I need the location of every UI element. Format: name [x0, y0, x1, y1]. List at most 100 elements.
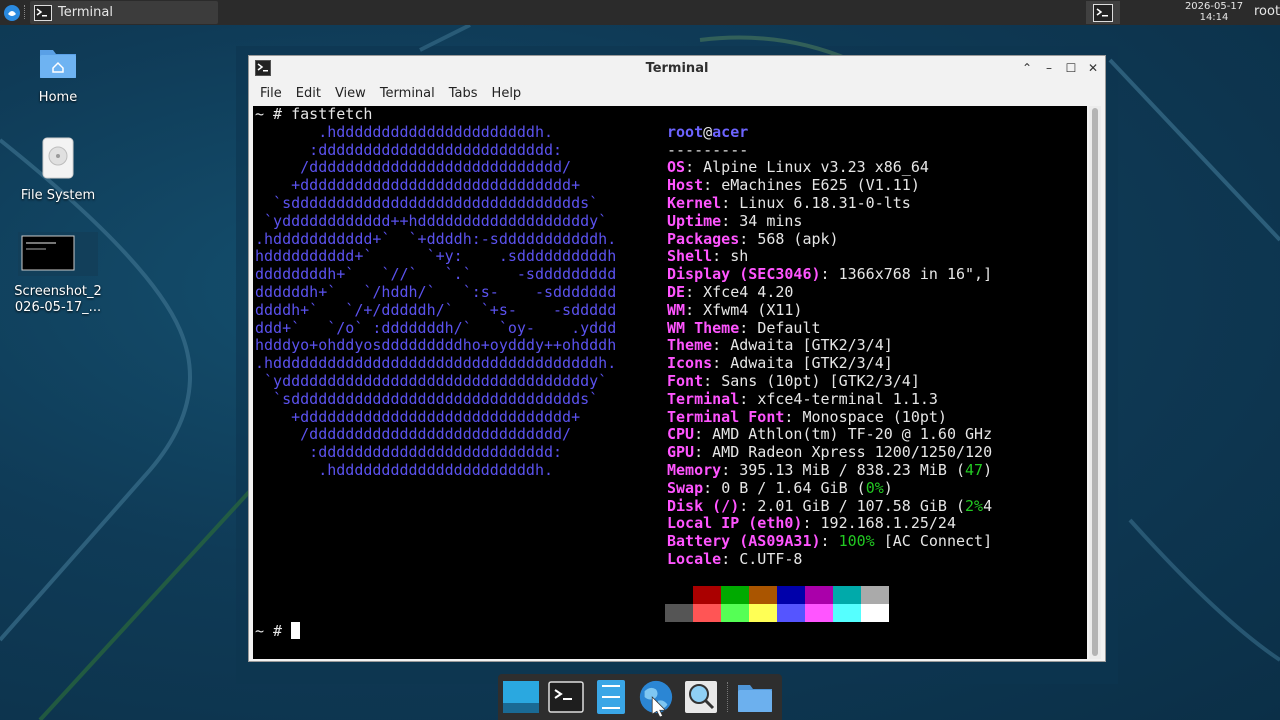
info-line: Display (SEC3046): 1366x768 in 16",] — [667, 265, 993, 284]
info-percent: 0% — [865, 478, 884, 497]
logo-line: `sdddddddddddddddddddddddddddddddds` — [255, 194, 599, 212]
dock-terminal[interactable] — [547, 678, 585, 716]
info-line: Theme: Adwaita [GTK2/3/4] — [667, 336, 893, 355]
info-key: Font — [667, 372, 704, 390]
palette-swatch — [805, 604, 833, 622]
info-value: 395.13 MiB / 838.23 MiB ( — [739, 461, 966, 479]
xfce-menu-icon[interactable] — [2, 3, 22, 23]
menu-tabs[interactable]: Tabs — [442, 86, 485, 101]
maximize-button[interactable]: ☐ — [1063, 60, 1079, 76]
palette-swatch — [721, 604, 749, 622]
color-palette — [665, 586, 889, 622]
app-finder-icon — [685, 681, 717, 713]
dock-web-browser[interactable] — [637, 678, 675, 717]
logo-line: :dddddddddddddddddddddddddd: — [255, 140, 563, 159]
dock-folder[interactable] — [736, 678, 774, 716]
user-host: root@acer — [667, 122, 749, 142]
dock-show-desktop[interactable] — [502, 678, 540, 716]
terminal-window: Terminal ⌃ – ☐ ✕ File Edit View Terminal… — [248, 55, 1106, 662]
info-battery: Battery (AS09A31): 100% [AC Connect] — [667, 532, 993, 551]
info-percent: 47 — [965, 461, 984, 479]
info-key: Uptime — [667, 211, 722, 230]
info-value: Monospace (10pt) — [802, 407, 947, 426]
menu-file[interactable]: File — [253, 86, 289, 101]
info-value: sh — [730, 247, 749, 266]
info-key: Host — [667, 176, 704, 195]
window-titlebar[interactable]: Terminal ⌃ – ☐ ✕ — [249, 56, 1105, 80]
user-text: root — [667, 122, 704, 141]
desktop-icon-label: Home — [38, 90, 78, 105]
info-line: Shell: sh — [667, 247, 749, 266]
close-button[interactable]: ✕ — [1085, 60, 1101, 76]
terminal-output[interactable]: ~ # fastfetch .hddddddddddddddddddddddh.… — [253, 106, 1087, 659]
desktop-icon-label: Screenshot_2 026-05-17_... — [14, 284, 102, 315]
palette-swatch — [749, 604, 777, 622]
info-key: Local IP (eth0) — [667, 514, 803, 533]
info-value: 1366x768 in 16",] — [838, 265, 993, 284]
command-line: ~ # fastfetch — [255, 106, 372, 124]
input-line[interactable]: ~ # — [255, 622, 301, 641]
info-key: GPU — [667, 443, 695, 462]
user-name[interactable]: root — [1254, 4, 1280, 19]
desktop-icon-filesystem[interactable]: File System — [10, 136, 106, 204]
info-value: eMachines E625 (V1.11) — [721, 176, 920, 195]
info-value: xfce4-terminal 1.1.3 — [757, 389, 938, 408]
info-swap: Swap: 0 B / 1.64 GiB (0%) — [667, 478, 893, 497]
info-line: CPU: AMD Athlon(tm) TF-20 @ 1.60 GHz — [667, 425, 993, 444]
window-title: Terminal — [645, 60, 709, 76]
command-text: fastfetch — [291, 106, 373, 123]
info-key: WM Theme — [667, 318, 740, 337]
palette-swatch — [749, 586, 777, 604]
info-value: 568 (apk) — [757, 229, 839, 248]
logo-line: ddddddh+` `/hddh/` `:s- -sddddddd — [255, 283, 617, 301]
dock — [498, 674, 782, 720]
info-key: Packages — [667, 229, 740, 248]
terminal-icon — [548, 681, 584, 713]
palette-swatch — [693, 586, 721, 604]
roll-up-button[interactable]: ⌃ — [1019, 60, 1035, 76]
menu-terminal[interactable]: Terminal — [373, 86, 442, 101]
menu-view[interactable]: View — [328, 86, 373, 101]
clock[interactable]: 2026-05-17 14:14 — [1176, 0, 1252, 25]
info-line: Packages: 568 (apk) — [667, 229, 839, 248]
terminal-icon — [1093, 3, 1113, 22]
info-line: Host: eMachines E625 (V1.11) — [667, 176, 920, 195]
palette-swatch — [665, 586, 693, 604]
desktop-icon-screenshot[interactable]: Screenshot_2 026-05-17_... — [10, 232, 106, 316]
info-line: Icons: Adwaita [GTK2/3/4] — [667, 354, 893, 373]
info-value: 34 mins — [739, 211, 803, 230]
info-separator: --------- — [667, 140, 749, 159]
info-percent: 2% — [965, 496, 984, 515]
palette-swatch — [665, 604, 693, 622]
menu-help[interactable]: Help — [485, 86, 529, 101]
taskbar-item-terminal[interactable]: Terminal — [30, 1, 218, 24]
info-value: AMD Athlon(tm) TF-20 @ 1.60 GHz — [712, 425, 993, 444]
menu-edit[interactable]: Edit — [289, 86, 328, 101]
info-key: Terminal Font — [667, 407, 785, 426]
scrollbar-thumb[interactable] — [1092, 108, 1098, 656]
info-line: Kernel: Linux 6.18.31-0-lts — [667, 194, 911, 212]
menu-bar: File Edit View Terminal Tabs Help — [249, 82, 1105, 104]
info-key: Battery (AS09A31) — [667, 532, 821, 551]
host-text: acer — [712, 122, 749, 141]
panel-separator — [24, 5, 26, 19]
info-key: Kernel — [667, 194, 722, 212]
info-value: [AC Connect] — [883, 532, 993, 551]
info-line: WM Theme: Default — [667, 318, 821, 337]
dock-file-manager[interactable] — [592, 678, 630, 716]
logo-line: ddddddddh+` `//` `.` -sddddddddd — [255, 265, 617, 284]
show-terminal-button[interactable] — [1086, 1, 1120, 24]
info-key: WM — [667, 300, 686, 319]
info-tail: ) — [883, 478, 893, 497]
at-text: @ — [703, 122, 713, 141]
dock-app-finder[interactable] — [682, 678, 720, 716]
info-value: Alpine Linux v3.23 x86_64 — [703, 158, 929, 177]
info-line: GPU: AMD Radeon Xpress 1200/1250/120 — [667, 443, 993, 462]
desktop-icon-home[interactable]: Home — [10, 42, 106, 106]
logo-line: /dddddddddddddddddddddddddddd/ — [255, 425, 572, 444]
terminal-scrollbar[interactable] — [1089, 106, 1101, 659]
text-cursor — [291, 622, 301, 639]
prompt: ~ # — [255, 622, 283, 640]
info-memory: Memory: 395.13 MiB / 838.23 MiB (47) — [667, 461, 993, 479]
minimize-button[interactable]: – — [1041, 60, 1057, 76]
